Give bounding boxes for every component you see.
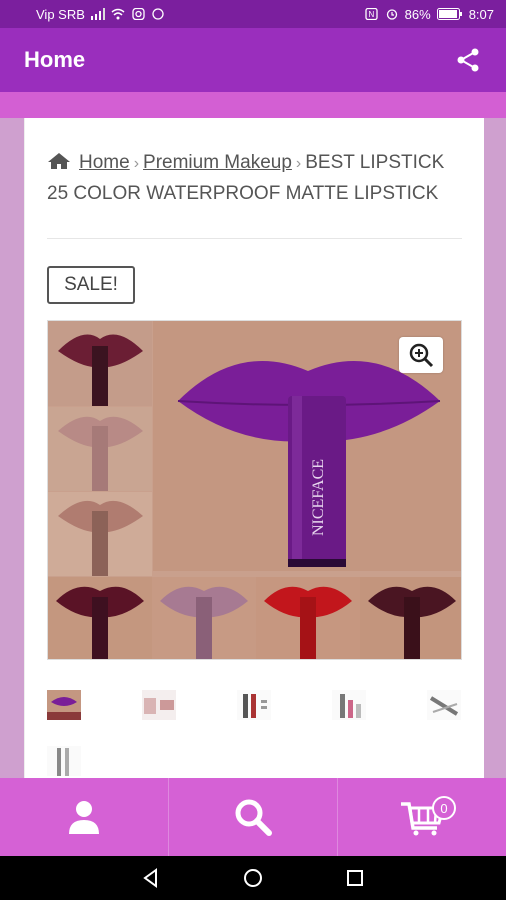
share-icon bbox=[457, 48, 479, 72]
app-subbar bbox=[0, 92, 506, 118]
battery-icon bbox=[436, 8, 462, 20]
sale-badge: SALE! bbox=[47, 266, 135, 304]
side-margin-left bbox=[0, 118, 24, 778]
product-card: Home › Premium Makeup › BEST LIPSTICK 25 COL… bbox=[24, 118, 484, 778]
side-margin-right bbox=[484, 118, 506, 778]
share-button[interactable] bbox=[454, 46, 482, 74]
carrier-label: Vip SRB bbox=[36, 6, 85, 22]
home-icon[interactable] bbox=[47, 152, 71, 170]
breadcrumb-home-link[interactable]: Home bbox=[79, 152, 130, 173]
svg-text:N: N bbox=[368, 10, 374, 19]
breadcrumb-category-link[interactable]: Premium Makeup bbox=[143, 152, 292, 173]
back-icon[interactable] bbox=[140, 867, 162, 889]
app-bar: Home bbox=[0, 28, 506, 92]
brand-text: NICEFACE bbox=[310, 459, 327, 536]
recents-icon[interactable] bbox=[344, 867, 366, 889]
status-bar: Vip SRB N 86% 8:07 bbox=[0, 0, 506, 28]
thumbnail-6[interactable] bbox=[47, 746, 81, 776]
cart-count-badge: 0 bbox=[432, 796, 456, 820]
divider bbox=[47, 238, 462, 239]
thumbnail-1[interactable] bbox=[47, 690, 81, 720]
thumbnail-3[interactable] bbox=[237, 690, 271, 720]
product-image[interactable]: NICEFACE bbox=[47, 320, 462, 660]
zoom-in-icon bbox=[409, 343, 434, 368]
thumbnail-5[interactable] bbox=[427, 690, 461, 720]
cart-tab[interactable]: 0 bbox=[338, 778, 506, 856]
wifi-icon bbox=[111, 8, 125, 20]
account-tab[interactable] bbox=[0, 778, 169, 856]
system-nav-bar bbox=[0, 856, 506, 900]
viber-icon bbox=[152, 8, 164, 20]
zoom-button[interactable] bbox=[399, 337, 443, 373]
thumbnail-2[interactable] bbox=[142, 690, 176, 720]
page-title: Home bbox=[24, 47, 86, 72]
breadcrumb-separator: › bbox=[133, 155, 140, 172]
clock: 8:07 bbox=[468, 6, 494, 22]
search-icon bbox=[235, 799, 272, 836]
instagram-icon bbox=[132, 8, 145, 20]
battery-percent: 86% bbox=[404, 6, 431, 22]
breadcrumb-separator: › bbox=[295, 155, 302, 172]
search-tab[interactable] bbox=[169, 778, 338, 856]
signal-icon bbox=[90, 8, 105, 20]
user-icon bbox=[69, 801, 99, 834]
bottom-nav: 0 bbox=[0, 778, 506, 856]
thumbnail-4[interactable] bbox=[332, 690, 366, 720]
nfc-icon: N bbox=[365, 8, 378, 20]
breadcrumb: Home › Premium Makeup › BEST LIPSTICK 25 COL… bbox=[47, 148, 467, 209]
alarm-icon bbox=[386, 9, 397, 20]
home-button-icon[interactable] bbox=[242, 867, 264, 889]
